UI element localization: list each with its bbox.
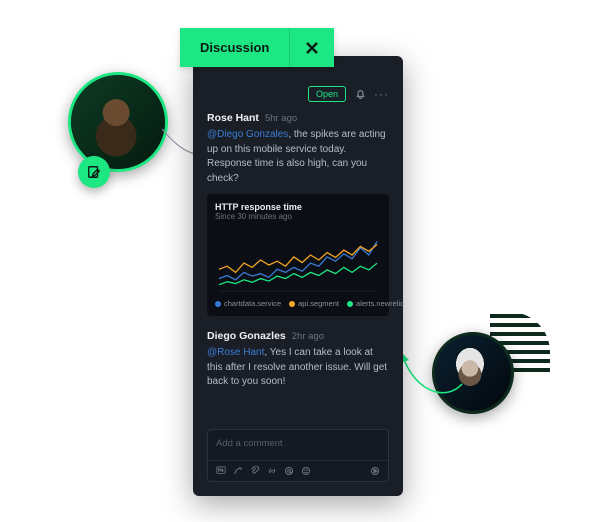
edit-icon (87, 165, 101, 179)
send-button[interactable] (370, 466, 380, 476)
chart-legend: chartdata.service api.segment alerts.new… (215, 299, 381, 308)
message-item: Rose Hant 5hr ago @Diego Gonzales, the s… (207, 112, 389, 316)
arrow-icon[interactable] (233, 466, 243, 476)
legend-dot (215, 301, 221, 307)
tab-bar: Discussion (180, 28, 334, 67)
status-badge[interactable]: Open (308, 86, 346, 102)
panel-header: Open ··· (207, 86, 389, 102)
notifications-button[interactable] (354, 88, 366, 100)
mention-icon[interactable] (284, 466, 294, 476)
bell-icon (355, 89, 366, 100)
legend-item: chartdata.service (215, 299, 281, 308)
message-body: @Rose Hant, Yes I can take a look at thi… (207, 346, 389, 390)
attach-icon[interactable] (250, 466, 260, 476)
discussion-panel: Open ··· Rose Hant 5hr ago @Diego Gonzal… (193, 56, 403, 496)
markdown-icon[interactable] (216, 466, 226, 476)
chart-title: HTTP response time (215, 202, 381, 212)
message-time: 5hr ago (265, 113, 297, 124)
legend-item: api.segment (289, 299, 339, 308)
composer-toolbar (208, 460, 388, 481)
emoji-icon[interactable] (301, 466, 311, 476)
avatar-rose (68, 72, 168, 172)
message-time: 2hr ago (292, 331, 324, 342)
message-author: Rose Hant (207, 112, 259, 124)
edit-discussion-badge[interactable] (78, 156, 110, 188)
comment-input[interactable]: Add a comment (208, 430, 388, 460)
close-icon (305, 41, 319, 55)
avatar-image (435, 335, 511, 411)
mention-link[interactable]: @Rose Hant (207, 347, 264, 358)
avatar-image (71, 75, 165, 169)
message-body: @Diego Gonzales, the spikes are acting u… (207, 128, 389, 186)
legend-dot (289, 301, 295, 307)
chart-plot (215, 225, 381, 295)
comment-composer: Add a comment (207, 429, 389, 482)
chart-subtitle: Since 30 minutes ago (215, 212, 381, 221)
message-item: Diego Gonazles 2hr ago @Rose Hant, Yes I… (207, 330, 389, 390)
embedded-chart[interactable]: HTTP response time Since 30 minutes ago … (207, 194, 389, 316)
tab-close-button[interactable] (290, 28, 334, 67)
message-author: Diego Gonazles (207, 330, 286, 342)
legend-item: alerts.newrelic (347, 299, 404, 308)
link-icon[interactable] (267, 466, 277, 476)
avatar-diego (432, 332, 514, 414)
tab-discussion[interactable]: Discussion (180, 28, 290, 67)
mention-link[interactable]: @Diego Gonzales (207, 129, 288, 140)
legend-dot (347, 301, 353, 307)
